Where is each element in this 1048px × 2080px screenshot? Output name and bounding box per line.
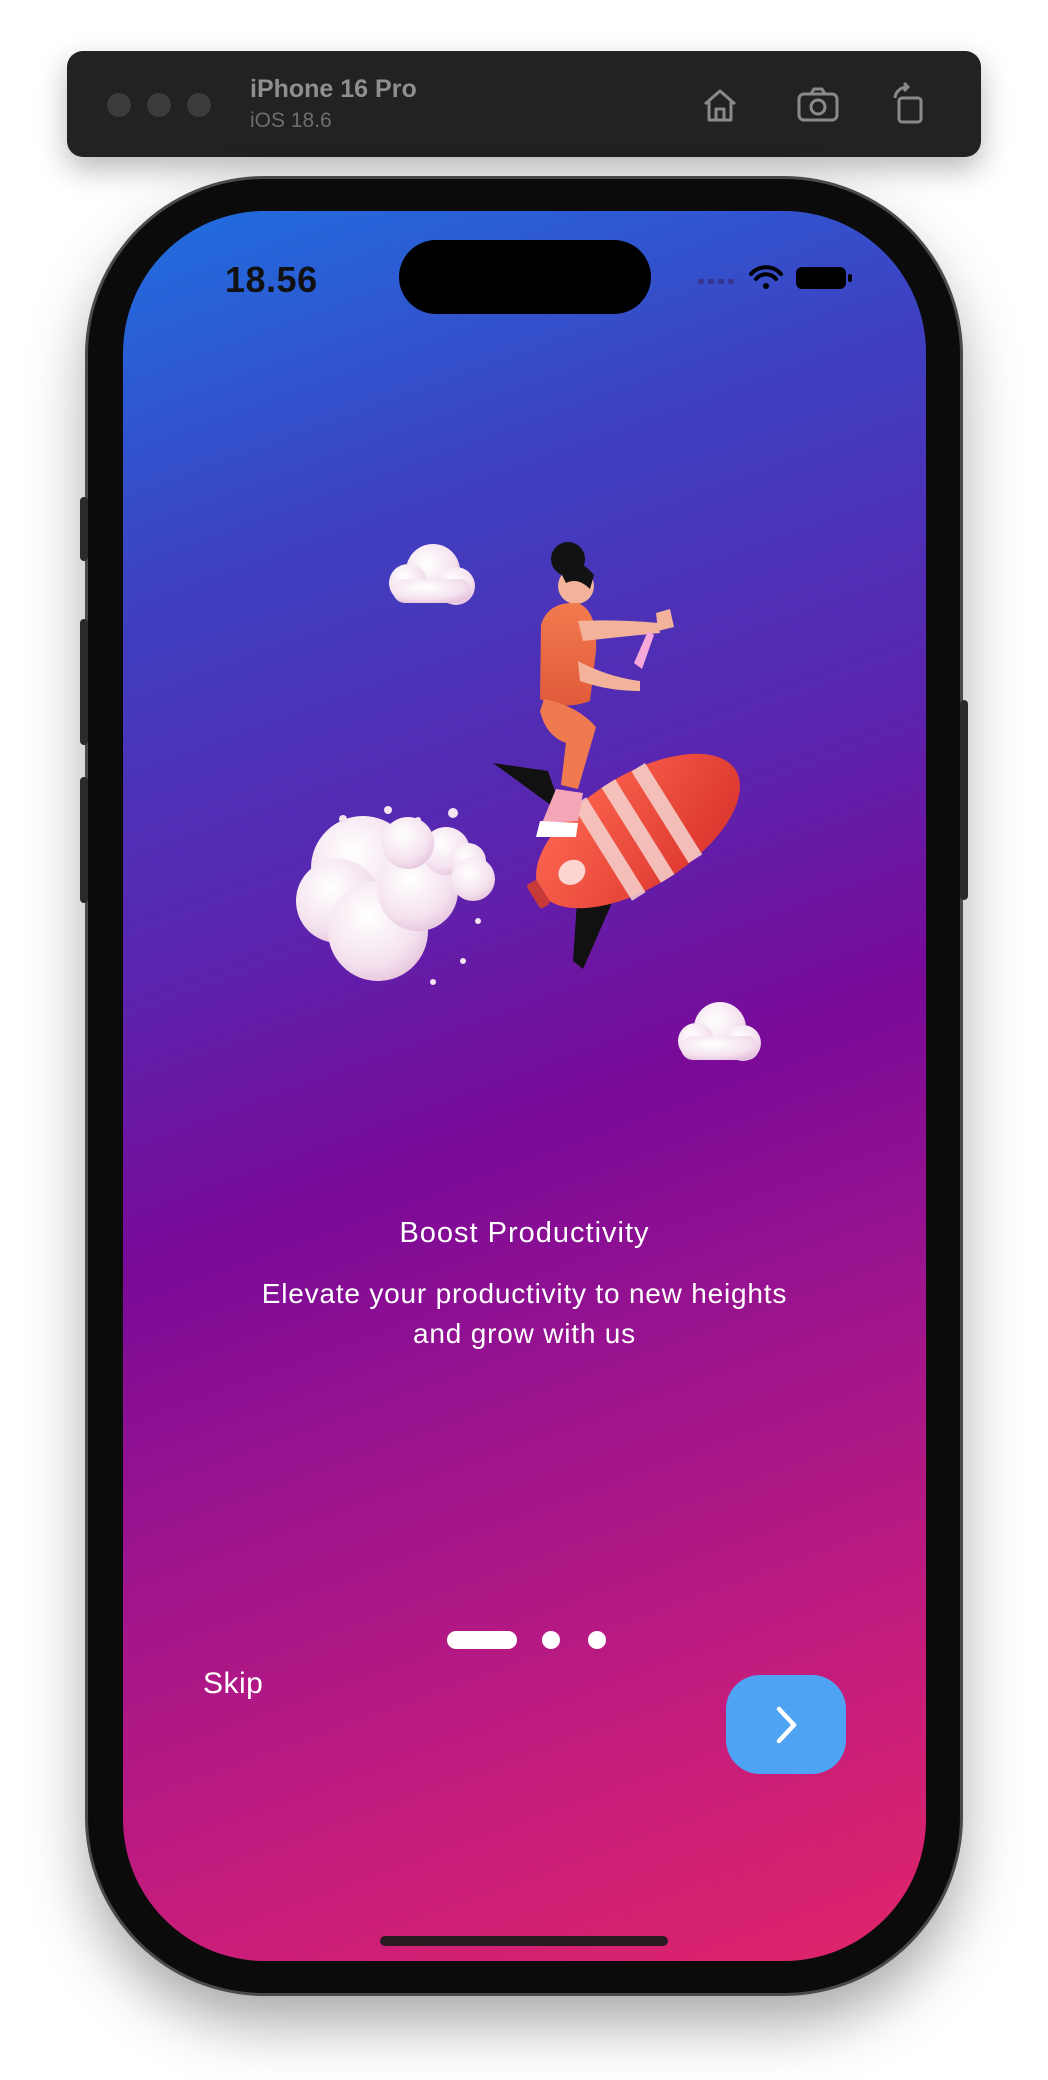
volume-up-button[interactable] bbox=[80, 619, 88, 745]
device-name: iPhone 16 Pro bbox=[250, 75, 417, 103]
woman-riding-rocket-illustration bbox=[296, 542, 761, 1061]
home-icon[interactable] bbox=[696, 81, 744, 129]
close-window-button[interactable] bbox=[107, 93, 131, 117]
skip-button[interactable]: Skip bbox=[203, 1667, 263, 1701]
next-button[interactable] bbox=[726, 1675, 846, 1774]
onboarding-title: Boost Productivity bbox=[399, 1217, 650, 1249]
page-indicator bbox=[123, 1631, 926, 1649]
iphone-device-frame: 18.56 Boost Productivity Elevate your pr… bbox=[80, 179, 968, 1993]
cloud-small-bottom bbox=[678, 1002, 761, 1061]
power-button[interactable] bbox=[960, 700, 968, 900]
app-screen: 18.56 Boost Productivity Elevate your pr… bbox=[123, 211, 926, 1961]
onboarding-subtitle: Elevate your productivity to new heights… bbox=[261, 1278, 788, 1349]
cellular-signal-icon bbox=[698, 279, 734, 284]
page-dot[interactable] bbox=[542, 1631, 560, 1649]
dynamic-island bbox=[399, 240, 651, 314]
exhaust-cloud bbox=[296, 816, 495, 981]
rotate-icon[interactable] bbox=[885, 81, 933, 129]
screenshot-icon[interactable] bbox=[794, 81, 842, 129]
chevron-right-icon bbox=[776, 1706, 797, 1743]
simulator-toolbar: iPhone 16 Pro iOS 18.6 bbox=[67, 51, 981, 157]
home-indicator[interactable] bbox=[380, 1936, 668, 1946]
page-dot[interactable] bbox=[588, 1631, 606, 1649]
action-button[interactable] bbox=[80, 497, 88, 561]
os-version: iOS 18.6 bbox=[250, 109, 332, 132]
cloud-small-top bbox=[389, 544, 475, 605]
status-icons bbox=[698, 265, 852, 289]
status-time: 18.56 bbox=[225, 259, 318, 300]
wifi-icon bbox=[749, 265, 783, 289]
battery-icon bbox=[796, 267, 852, 289]
volume-down-button[interactable] bbox=[80, 777, 88, 903]
page-dot-active[interactable] bbox=[447, 1631, 517, 1649]
minimize-window-button[interactable] bbox=[147, 93, 171, 117]
zoom-window-button[interactable] bbox=[187, 93, 211, 117]
